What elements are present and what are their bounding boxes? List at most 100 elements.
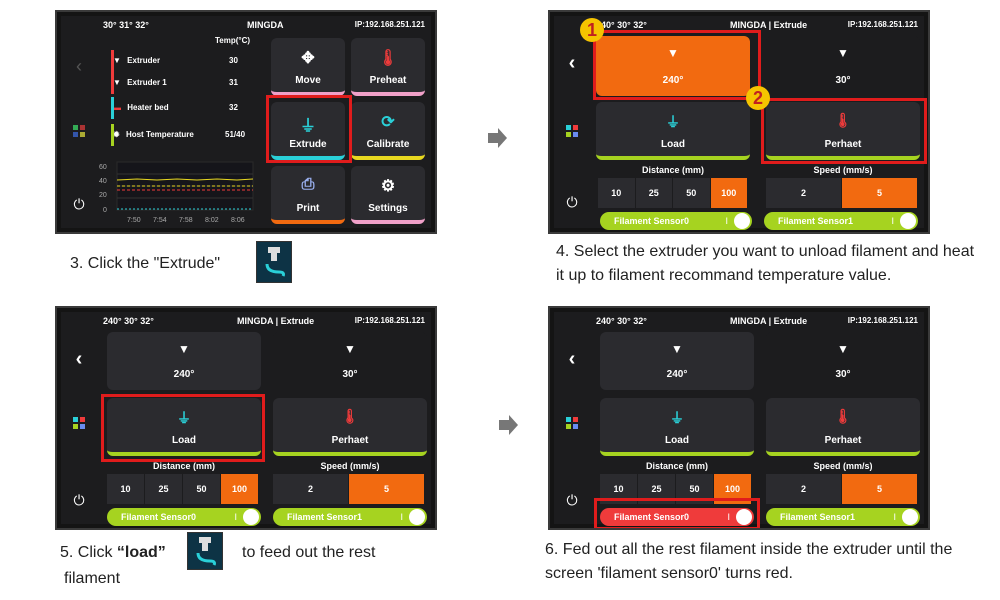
distance-option[interactable]: 10 xyxy=(107,474,145,504)
speed-option[interactable]: 2 xyxy=(766,474,842,504)
nozzle-icon: ▼ xyxy=(671,342,683,356)
load-button[interactable]: ⏚ Load xyxy=(600,398,754,456)
caption-step3: 3. Click the "Extrude" xyxy=(70,255,221,272)
power-icon[interactable]: ⏻ xyxy=(554,194,590,211)
distance-label: Distance (mm) xyxy=(645,461,708,471)
back-icon[interactable]: ‹ xyxy=(554,52,590,75)
distance-option-selected[interactable]: 100 xyxy=(710,178,748,208)
thermometer-icon: 🌡 xyxy=(377,50,399,67)
toggle-knob xyxy=(243,509,259,525)
filament-sensor0-toggle[interactable]: Filament Sensor0 I xyxy=(107,508,261,526)
caption-step5: 5. Click “load” to feed out the rest fil… xyxy=(60,544,376,587)
chart-y-tick: 40 xyxy=(99,178,107,185)
extruder1-button[interactable]: ▼ 30° xyxy=(273,332,427,390)
settings-button[interactable]: ⚙ Settings xyxy=(351,166,425,224)
nozzle-icon: ▼ xyxy=(837,342,849,356)
speed-label: Speed (mm/s) xyxy=(813,165,873,175)
speed-option-selected[interactable]: 5 xyxy=(842,474,918,504)
preheat-button[interactable]: 🌡 Preheat xyxy=(351,38,425,96)
chart-x-tick: 7:54 xyxy=(153,217,167,224)
back-icon[interactable]: ‹ xyxy=(554,348,590,371)
thermometer-icon: 🌡 xyxy=(834,408,852,424)
filament-sensor1-toggle[interactable]: Filament Sensor1 I xyxy=(764,212,918,230)
extruder1-button[interactable]: ▼ 30° xyxy=(766,332,920,390)
distance-selector[interactable]: 10 25 50 100 xyxy=(107,474,259,504)
preheat-button[interactable]: 🌡 Perhaet xyxy=(273,398,427,456)
move-button[interactable]: ✥ Move xyxy=(271,38,345,96)
extruder0-button[interactable]: ▼ 240° xyxy=(107,332,261,390)
thermometer-icon: 🌡 xyxy=(341,408,359,424)
apps-icon[interactable] xyxy=(61,124,97,142)
sensor-row-host: ✹ Host Temperature 51/40 xyxy=(111,124,245,146)
status-temperatures: 30° 31° 32° xyxy=(103,20,149,30)
toggle-knob xyxy=(902,509,918,525)
step-badge-2: 2 xyxy=(746,86,770,110)
nozzle-icon: ▼ xyxy=(178,342,190,356)
extruder-icon xyxy=(256,241,292,283)
sensor-row-extruder: ▼ Extruder 30 xyxy=(111,50,243,72)
chart-x-tick: 8:02 xyxy=(205,217,219,224)
power-icon[interactable]: ⏻ xyxy=(554,492,590,509)
temperature-chart: 60 40 20 0 7:50 7:54 7:58 8:02 8:06 xyxy=(99,161,254,224)
status-title: MINGDA | Extrude xyxy=(237,316,315,326)
status-ip: IP:192.168.251.121 xyxy=(847,20,918,29)
speed-selector[interactable]: 2 5 xyxy=(766,474,918,504)
apps-icon[interactable] xyxy=(61,416,97,434)
speed-option[interactable]: 2 xyxy=(273,474,349,504)
speed-option-selected[interactable]: 5 xyxy=(349,474,425,504)
status-bar: 30° 31° 32° MINGDA IP:192.168.251.121 xyxy=(61,16,431,36)
distance-option[interactable]: 25 xyxy=(145,474,183,504)
power-icon[interactable]: ⏻ xyxy=(61,492,97,509)
chart-x-tick: 7:58 xyxy=(179,217,193,224)
speed-option-selected[interactable]: 5 xyxy=(842,178,918,208)
power-icon[interactable]: ⏻ xyxy=(61,196,97,213)
distance-option[interactable]: 25 xyxy=(635,178,673,208)
speed-selector[interactable]: 2 5 xyxy=(273,474,425,504)
toggle-knob xyxy=(409,509,425,525)
arrow-right-icon xyxy=(499,415,518,435)
back-icon[interactable]: ‹ xyxy=(61,348,97,371)
status-temperatures: 240° 30° 32° xyxy=(103,316,154,326)
speed-selector[interactable]: 2 5 xyxy=(766,178,918,208)
chart-y-tick: 0 xyxy=(103,207,107,214)
nozzle-icon: ▼ xyxy=(344,342,356,356)
screen-extrude-step4: 240° 30° 32° MINGDA | Extrude IP:192.168… xyxy=(548,10,930,234)
filament-sensor1-toggle[interactable]: Filament Sensor1 I xyxy=(273,508,427,526)
status-title: MINGDA xyxy=(247,20,284,30)
speed-label: Speed (mm/s) xyxy=(320,461,380,471)
distance-option[interactable]: 50 xyxy=(673,178,711,208)
preheat-button[interactable]: 🌡 Perhaet xyxy=(766,398,920,456)
caption-step6: 6. Fed out all the rest filament inside … xyxy=(545,541,953,582)
gear-icon: ⚙ xyxy=(380,178,396,195)
calibrate-button[interactable]: ⟳ Calibrate xyxy=(351,102,425,160)
extruder1-button[interactable]: ▼ 30° xyxy=(766,36,920,96)
apps-icon[interactable] xyxy=(554,124,590,142)
filament-sensor0-toggle[interactable]: Filament Sensor0 I xyxy=(600,212,752,230)
print-button[interactable]: ⎙ Print xyxy=(271,166,345,224)
extruder0-button[interactable]: ▼ 240° xyxy=(600,332,754,390)
screen-home: 30° 31° 32° MINGDA IP:192.168.251.121 ‹ … xyxy=(55,10,437,234)
status-ip: IP:192.168.251.121 xyxy=(354,20,425,29)
distance-selector[interactable]: 10 25 50 100 xyxy=(598,178,748,208)
gear-icon: ✹ xyxy=(113,130,120,139)
load-button[interactable]: ⏚ Load xyxy=(596,102,750,160)
distance-option[interactable]: 50 xyxy=(183,474,221,504)
back-icon[interactable]: ‹ xyxy=(61,56,97,77)
screen-extrude-step5: 240° 30° 32° MINGDA | Extrude IP:192.168… xyxy=(55,306,437,530)
filament-sensor1-toggle[interactable]: Filament Sensor1 I xyxy=(766,508,920,526)
extruder-icon xyxy=(187,532,223,570)
extruder-icon: ⏚ xyxy=(670,410,684,426)
arrow-right-icon xyxy=(488,128,507,148)
distance-option[interactable]: 10 xyxy=(598,178,636,208)
move-icon: ✥ xyxy=(301,50,315,67)
speed-option[interactable]: 2 xyxy=(766,178,842,208)
caption-step4: 4. Select the extruder you want to unloa… xyxy=(556,243,975,284)
apps-icon[interactable] xyxy=(554,416,590,434)
toggle-knob xyxy=(900,213,916,229)
distance-option-selected[interactable]: 100 xyxy=(221,474,259,504)
highlight-extrude xyxy=(266,95,352,163)
nozzle-icon: ▼ xyxy=(113,56,121,65)
step-badge-1: 1 xyxy=(580,18,604,42)
status-bar: 240° 30° 32° MINGDA | Extrude IP:192.168… xyxy=(554,312,924,332)
highlight-sensor0 xyxy=(594,498,760,528)
